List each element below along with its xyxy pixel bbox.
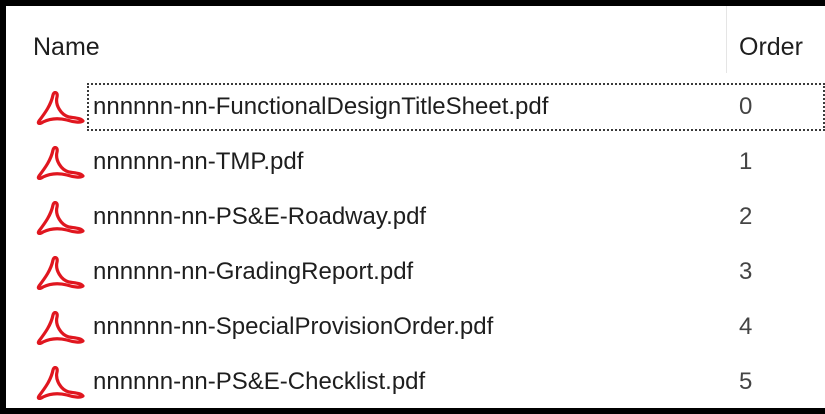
column-header-name[interactable]: Name [33, 33, 100, 61]
file-order: 3 [739, 258, 753, 285]
column-divider[interactable] [726, 6, 727, 73]
file-order: 1 [739, 148, 753, 175]
file-order: 5 [739, 368, 753, 395]
list-item[interactable]: nnnnnn-nn-FunctionalDesignTitleSheet.pdf… [6, 83, 825, 138]
file-name: nnnnnn-nn-GradingReport.pdf [93, 258, 414, 285]
file-order: 0 [739, 93, 753, 120]
pdf-icon [36, 311, 85, 345]
column-header-row: Name Order [6, 6, 825, 73]
column-header-order[interactable]: Order [739, 33, 803, 61]
pdf-icon [36, 91, 85, 125]
file-name: nnnnnn-nn-FunctionalDesignTitleSheet.pdf [93, 93, 549, 120]
file-list: nnnnnn-nn-FunctionalDesignTitleSheet.pdf… [6, 83, 825, 408]
list-item[interactable]: nnnnnn-nn-SpecialProvisionOrder.pdf 4 [6, 303, 825, 358]
list-item[interactable]: nnnnnn-nn-TMP.pdf 1 [6, 138, 825, 193]
file-list-window: Name Order nnnnnn-nn-FunctionalDesignTit… [0, 0, 825, 414]
list-item[interactable]: nnnnnn-nn-GradingReport.pdf 3 [6, 248, 825, 303]
list-item[interactable]: nnnnnn-nn-PS&E-Roadway.pdf 2 [6, 193, 825, 248]
pdf-icon [36, 201, 85, 235]
file-order: 4 [739, 313, 753, 340]
pdf-icon [36, 256, 85, 290]
file-name: nnnnnn-nn-PS&E-Roadway.pdf [93, 203, 427, 230]
file-order: 2 [739, 203, 753, 230]
file-name: nnnnnn-nn-PS&E-Checklist.pdf [93, 368, 426, 395]
list-item[interactable]: nnnnnn-nn-PS&E-Checklist.pdf 5 [6, 358, 825, 408]
file-name: nnnnnn-nn-SpecialProvisionOrder.pdf [93, 313, 494, 340]
pdf-icon [36, 146, 85, 180]
file-name: nnnnnn-nn-TMP.pdf [93, 148, 304, 175]
pdf-icon [36, 366, 85, 400]
